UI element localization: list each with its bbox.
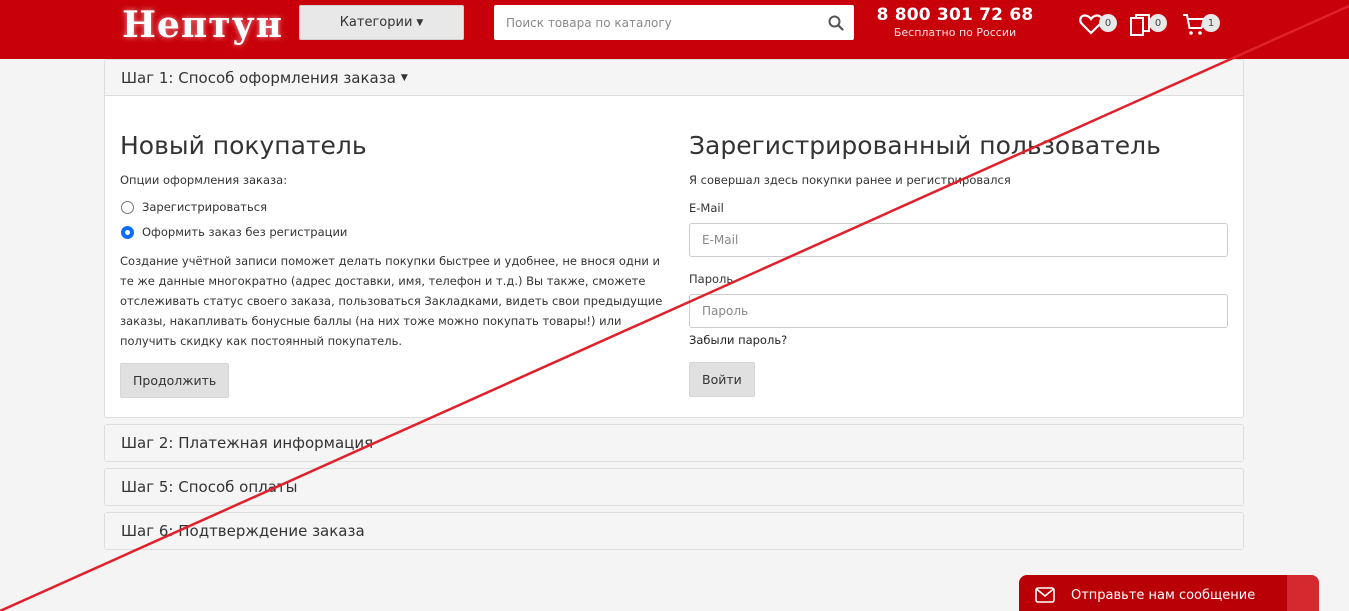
categories-button[interactable]: Категории ▼ [299, 5, 464, 40]
step1-title: Шаг 1: Способ оформления заказа [121, 68, 396, 87]
step6-panel: Шаг 6: Подтверждение заказа [104, 512, 1244, 550]
password-label: Пароль [689, 272, 734, 286]
step1-header[interactable]: Шаг 1: Способ оформления заказа ▼ [105, 60, 1243, 96]
radio-register-row[interactable]: Зарегистрироваться [120, 200, 665, 214]
returning-customer-heading: Зарегистрированный пользователь [689, 131, 1161, 160]
step5-panel: Шаг 5: Способ оплаты [104, 468, 1244, 506]
phone-subtitle: Бесплатно по России [893, 26, 1017, 39]
cart-link[interactable]: 1 [1182, 10, 1222, 40]
wishlist-link[interactable]: 0 [1079, 10, 1119, 40]
new-customer-heading: Новый покупатель [120, 131, 367, 160]
step2-header[interactable]: Шаг 2: Платежная информация [105, 425, 1243, 461]
password-field-wrapper [689, 294, 1228, 328]
phone-block: 8 800 301 72 68 Бесплатно по России [870, 5, 1040, 39]
message-icon [1035, 587, 1055, 603]
continue-button[interactable]: Продолжить [120, 363, 230, 398]
compare-link[interactable]: 0 [1129, 10, 1169, 40]
wishlist-count-badge: 0 [1099, 14, 1117, 32]
login-button[interactable]: Войти [689, 362, 755, 397]
checkout-options-label: Опции оформления заказа: [120, 173, 288, 187]
caret-down-icon: ▼ [400, 72, 408, 83]
radio-register[interactable] [121, 200, 134, 214]
compare-count-badge: 0 [1149, 14, 1167, 32]
email-label: E-Mail [689, 201, 724, 215]
chat-widget-button[interactable]: Отправьте нам сообщение [1019, 575, 1319, 611]
step2-panel: Шаг 2: Платежная информация [104, 424, 1244, 462]
forgot-password-link[interactable]: Забыли пароль? [689, 333, 1229, 347]
site-logo[interactable]: Нептун [122, 4, 283, 46]
radio-guest-row[interactable]: Оформить заказ без регистрации [120, 225, 665, 239]
site-header: Нептун Категории ▼ 8 800 301 72 68 Беспл… [0, 0, 1349, 59]
account-benefits-text: Создание учётной записи поможет делать п… [120, 254, 663, 348]
cart-count-badge: 1 [1202, 14, 1220, 32]
email-field-wrapper [689, 223, 1228, 257]
returning-customer-section: Зарегистрированный пользователь Я соверш… [689, 96, 1229, 397]
radio-register-label[interactable]: Зарегистрироваться [142, 200, 267, 214]
chat-widget-label: Отправьте нам сообщение [1071, 587, 1256, 603]
categories-label: Категории [339, 15, 413, 30]
radio-guest[interactable] [121, 225, 134, 239]
search-bar [494, 5, 854, 40]
password-field[interactable] [690, 295, 1227, 327]
new-customer-section: Новый покупатель Опции оформления заказа… [120, 96, 665, 398]
chevron-down-icon: ▼ [416, 18, 424, 28]
email-field[interactable] [690, 224, 1227, 256]
search-input[interactable] [494, 5, 814, 40]
returning-customer-subtitle: Я совершал здесь покупки ранее и регистр… [689, 173, 1011, 187]
step1-panel: Шаг 1: Способ оформления заказа ▼ Новый … [104, 59, 1244, 418]
radio-guest-label[interactable]: Оформить заказ без регистрации [142, 225, 347, 239]
chat-widget-corner [1287, 575, 1319, 611]
step5-header[interactable]: Шаг 5: Способ оплаты [105, 469, 1243, 505]
step6-header[interactable]: Шаг 6: Подтверждение заказа [105, 513, 1243, 549]
search-icon[interactable] [828, 15, 844, 31]
phone-number[interactable]: 8 800 301 72 68 [870, 5, 1040, 25]
